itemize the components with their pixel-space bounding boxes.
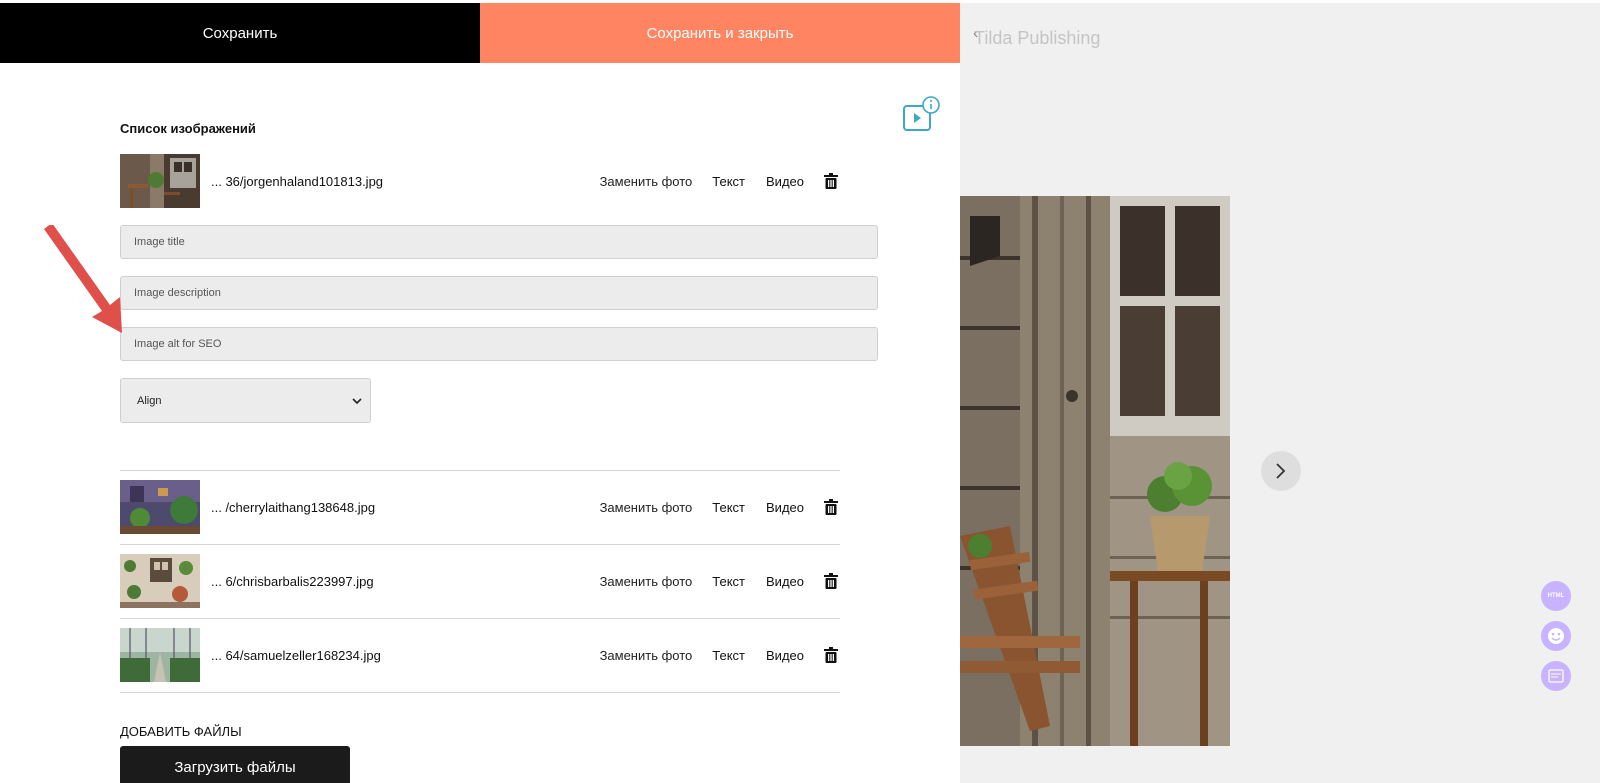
- image-actions: Заменить фото Текст Видео: [600, 628, 840, 682]
- image-description-field[interactable]: [120, 276, 878, 310]
- text-link[interactable]: Текст: [712, 574, 745, 589]
- replace-photo-link[interactable]: Заменить фото: [600, 648, 693, 663]
- chevron-down-icon: [352, 398, 362, 405]
- divider: [120, 692, 840, 693]
- video-link[interactable]: Видео: [766, 648, 804, 663]
- image-thumbnail: [120, 628, 200, 682]
- image-alt-field[interactable]: [120, 327, 878, 361]
- text-link[interactable]: Текст: [712, 500, 745, 515]
- image-thumbnail: [120, 154, 200, 208]
- smiley-icon[interactable]: [1541, 621, 1571, 651]
- trash-icon[interactable]: [824, 173, 838, 189]
- trash-icon[interactable]: [824, 573, 838, 589]
- trash-icon[interactable]: [824, 499, 838, 515]
- divider: [120, 544, 840, 545]
- image-actions: Заменить фото Текст Видео: [600, 154, 840, 208]
- video-info-icon[interactable]: [902, 96, 940, 132]
- image-filename: ... 36/jorgenhaland101813.jpg: [211, 173, 384, 189]
- replace-photo-link[interactable]: Заменить фото: [600, 500, 693, 515]
- video-link[interactable]: Видео: [766, 174, 804, 189]
- preview-panel: ‹ Tilda Publishing HTML: [960, 0, 1600, 783]
- top-action-bar: Сохранить Сохранить и закрыть: [0, 3, 960, 63]
- image-actions: Заменить фото Текст Видео: [600, 480, 840, 534]
- image-thumbnail: [120, 554, 200, 608]
- image-thumbnail: [120, 480, 200, 534]
- save-button[interactable]: Сохранить: [0, 3, 480, 63]
- upload-files-button[interactable]: Загрузить файлы: [120, 746, 350, 783]
- tilda-gallery-editor: Сохранить Сохранить и закрыть Список изо…: [0, 0, 1600, 783]
- html-icon[interactable]: HTML: [1541, 581, 1571, 611]
- image-actions: Заменить фото Текст Видео: [600, 554, 840, 608]
- image-list-item: ... 6/chrisbarbalis223997.jpg Заменить ф…: [120, 554, 840, 608]
- image-list-item: ... 36/jorgenhaland101813.jpg Заменить ф…: [120, 154, 840, 208]
- replace-photo-link[interactable]: Заменить фото: [600, 574, 693, 589]
- save-and-close-button[interactable]: Сохранить и закрыть: [480, 3, 960, 63]
- red-pointer-arrow: [44, 225, 122, 333]
- text-link[interactable]: Текст: [712, 174, 745, 189]
- gallery-slide-image: [960, 196, 1230, 746]
- image-filename: ... 6/chrisbarbalis223997.jpg: [211, 573, 374, 589]
- align-select-value: Align: [137, 394, 162, 407]
- text-link[interactable]: Текст: [712, 648, 745, 663]
- html-button-label: HTML: [1547, 593, 1565, 599]
- replace-photo-link[interactable]: Заменить фото: [600, 174, 693, 189]
- divider: [120, 618, 840, 619]
- image-list-item: ... 64/samuelzeller168234.jpg Заменить ф…: [120, 628, 840, 682]
- video-link[interactable]: Видео: [766, 574, 804, 589]
- chevron-right-icon: [1276, 463, 1286, 479]
- add-files-label: ДОБАВИТЬ ФАЙЛЫ: [120, 724, 242, 739]
- divider: [120, 470, 840, 471]
- brand-title: Tilda Publishing: [974, 28, 1101, 48]
- image-filename: ... /cherrylaithang138648.jpg: [211, 499, 376, 515]
- video-link[interactable]: Видео: [766, 500, 804, 515]
- template-icon[interactable]: [1541, 661, 1571, 691]
- images-list-title: Список изображений: [120, 121, 256, 136]
- align-select[interactable]: Align: [120, 378, 371, 423]
- next-slide-button[interactable]: [1261, 451, 1301, 491]
- image-title-field[interactable]: [120, 225, 878, 259]
- trash-icon[interactable]: [824, 647, 838, 663]
- editor-panel: Сохранить Сохранить и закрыть Список изо…: [0, 0, 960, 783]
- image-list-item: ... /cherrylaithang138648.jpg Заменить ф…: [120, 480, 840, 534]
- image-filename: ... 64/samuelzeller168234.jpg: [211, 647, 381, 663]
